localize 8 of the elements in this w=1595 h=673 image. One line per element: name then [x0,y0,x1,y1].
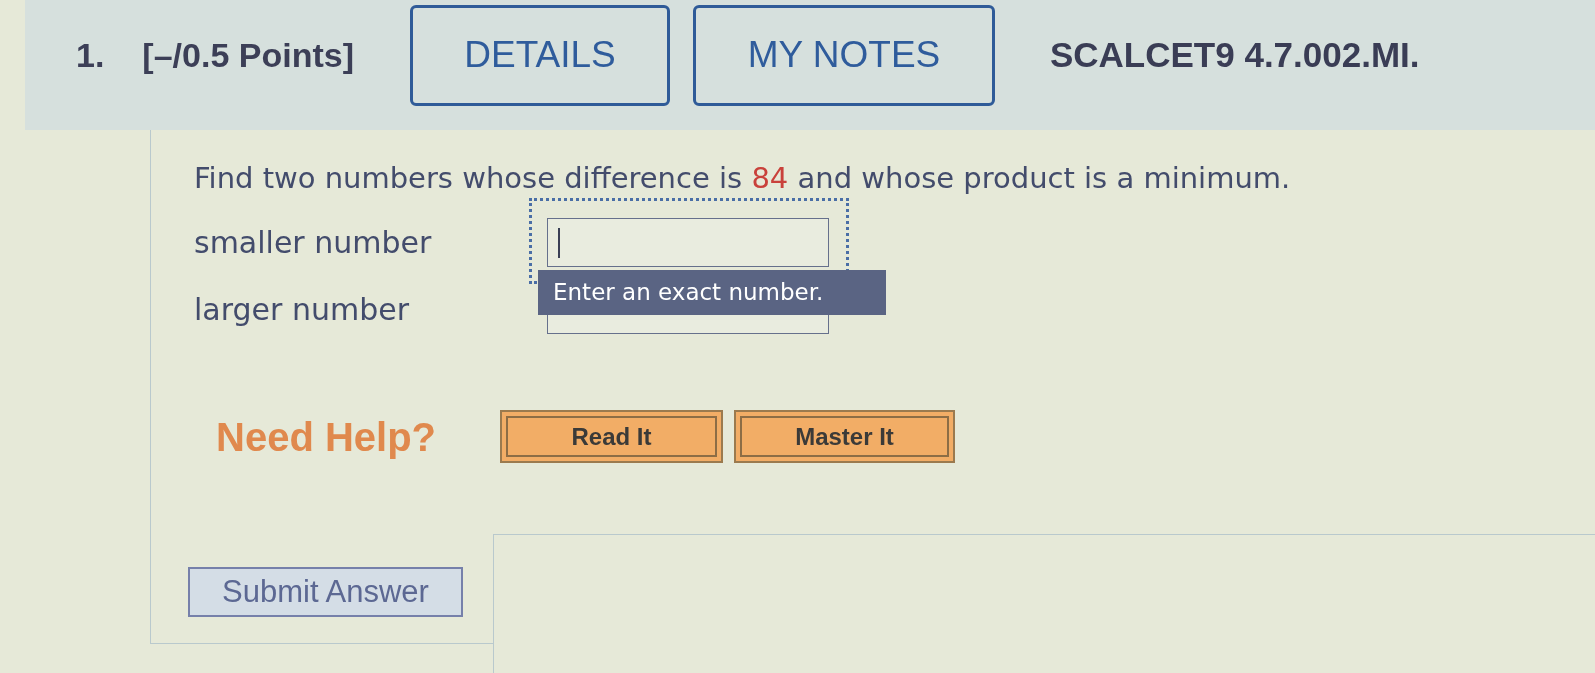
points-label: [–/0.5 Points] [142,34,354,76]
need-help-label: Need Help? [216,413,438,461]
question-number: 1. [76,34,105,76]
answer-label: larger number [194,291,410,329]
answer-label: smaller number [194,224,433,262]
problem-id: SCALCET9 4.7.002.MI. [1049,33,1420,76]
tooltip: Enter an exact number. [538,270,886,315]
question-text: Find two numbers whose difference is 84 and whose product is a minimum. [194,160,1291,196]
